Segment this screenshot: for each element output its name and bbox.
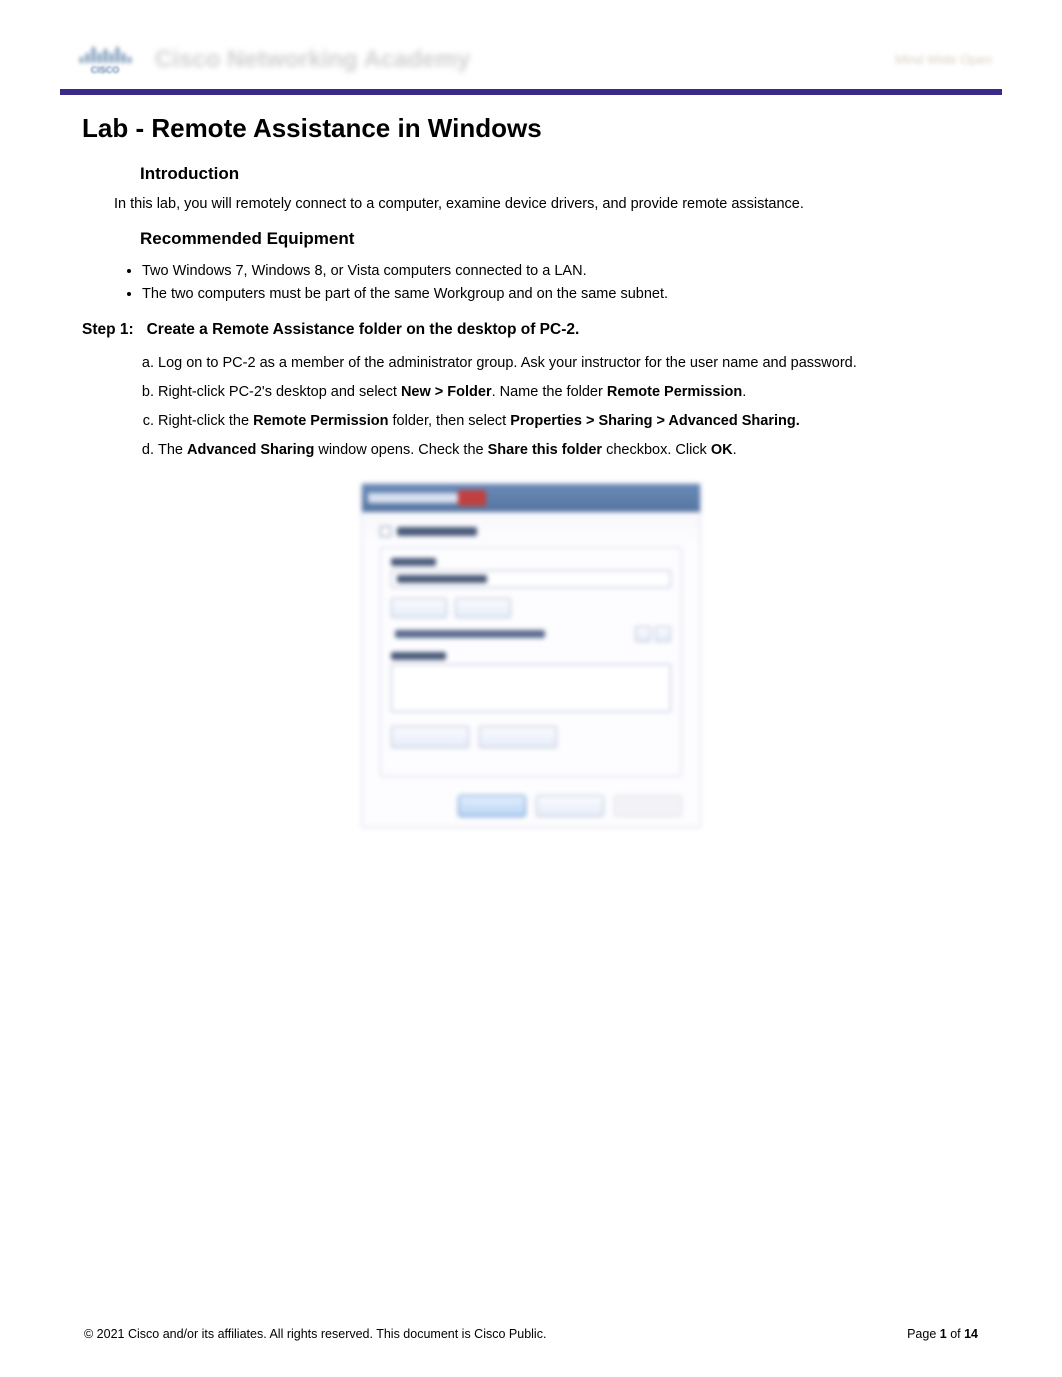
step-item-c: Right-click the Remote Permission folder… [158, 407, 962, 436]
step-item-text: . [733, 442, 737, 458]
page-footer: © 2021 Cisco and/or its affiliates. All … [84, 1327, 978, 1341]
introduction-text: In this lab, you will remotely connect t… [114, 194, 1002, 215]
footer-page-number: Page 1 of 14 [907, 1327, 978, 1341]
remove-button [455, 598, 511, 618]
close-icon [458, 490, 486, 506]
step-item-text: checkbox. Click [602, 442, 711, 458]
dialog-title-text [368, 493, 458, 503]
step-item-bold: Properties > Sharing > Advanced Sharing. [510, 413, 800, 429]
equipment-item: The two computers must be part of the sa… [142, 282, 1002, 305]
page-total: 14 [964, 1327, 978, 1341]
spinner-down-icon [655, 626, 671, 642]
step-item-text: window opens. Check the [314, 442, 487, 458]
page-title: Lab - Remote Assistance in Windows [82, 113, 1002, 144]
advanced-sharing-screenshot [361, 483, 701, 828]
share-name-label [391, 558, 436, 566]
step-item-b: Right-click PC-2's desktop and select Ne… [158, 378, 962, 407]
step-instruction-list: Log on to PC-2 as a member of the admini… [158, 349, 962, 465]
equipment-heading: Recommended Equipment [140, 229, 1002, 249]
step-item-text: Log on to PC-2 as a member of the admini… [158, 355, 857, 371]
caching-button [479, 726, 557, 748]
step-1-heading: Step 1: Create a Remote Assistance folde… [82, 321, 1002, 339]
step-item-text: folder, then select [388, 413, 510, 429]
cisco-logo-bars-icon [80, 45, 131, 63]
page-of: of [947, 1327, 964, 1341]
share-folder-checkbox [380, 526, 391, 537]
step-item-bold: Share this folder [488, 442, 602, 458]
cisco-logo: CISCO [70, 40, 140, 80]
step-item-bold: New > Folder [401, 384, 492, 400]
document-page: CISCO Cisco Networking Academy Mind Wide… [0, 0, 1062, 1377]
settings-group [380, 547, 682, 777]
step-item-bold: Remote Permission [253, 413, 388, 429]
ok-button [458, 795, 526, 817]
perm-cache-row [391, 726, 671, 748]
step-item-bold: Remote Permission [607, 384, 742, 400]
add-button [391, 598, 447, 618]
step-item-bold: OK [711, 442, 733, 458]
step-item-bold: Advanced Sharing [187, 442, 314, 458]
cancel-button [536, 795, 604, 817]
comments-field [391, 664, 671, 712]
comments-label [391, 652, 446, 660]
step-label-prefix: Step 1: [82, 321, 134, 338]
step-item-text: Right-click PC-2's desktop and select [158, 384, 401, 400]
introduction-heading: Introduction [140, 164, 1002, 184]
share-name-field [391, 570, 671, 588]
permissions-button [391, 726, 469, 748]
cisco-logo-text: CISCO [91, 65, 120, 75]
banner-tagline: Mind Wide Open [895, 52, 992, 67]
dialog-footer-buttons [458, 795, 682, 817]
dialog-body [362, 512, 700, 791]
add-remove-row [391, 598, 671, 618]
step-item-text: Right-click the [158, 413, 253, 429]
step-item-d: The Advanced Sharing window opens. Check… [158, 436, 962, 465]
step-item-text: The [158, 442, 187, 458]
apply-button [614, 795, 682, 817]
limit-spinner [635, 626, 671, 642]
equipment-item: Two Windows 7, Windows 8, or Vista compu… [142, 259, 1002, 282]
step-item-text: . Name the folder [492, 384, 607, 400]
step-label-text: Create a Remote Assistance folder on the… [147, 321, 580, 338]
share-name-value [397, 575, 487, 583]
page-prefix: Page [907, 1327, 940, 1341]
equipment-list: Two Windows 7, Windows 8, or Vista compu… [142, 259, 1002, 305]
share-folder-label [397, 527, 477, 536]
banner-title: Cisco Networking Academy [155, 46, 895, 74]
dialog-titlebar [362, 484, 700, 512]
limit-users-label [395, 630, 545, 638]
footer-copyright: © 2021 Cisco and/or its affiliates. All … [84, 1327, 546, 1341]
limit-users-row [391, 626, 671, 642]
share-checkbox-row [380, 526, 682, 537]
step-item-a: Log on to PC-2 as a member of the admini… [158, 349, 962, 378]
page-current: 1 [940, 1327, 947, 1341]
step-item-text: . [742, 384, 746, 400]
spinner-up-icon [635, 626, 651, 642]
header-banner: CISCO Cisco Networking Academy Mind Wide… [60, 30, 1002, 95]
